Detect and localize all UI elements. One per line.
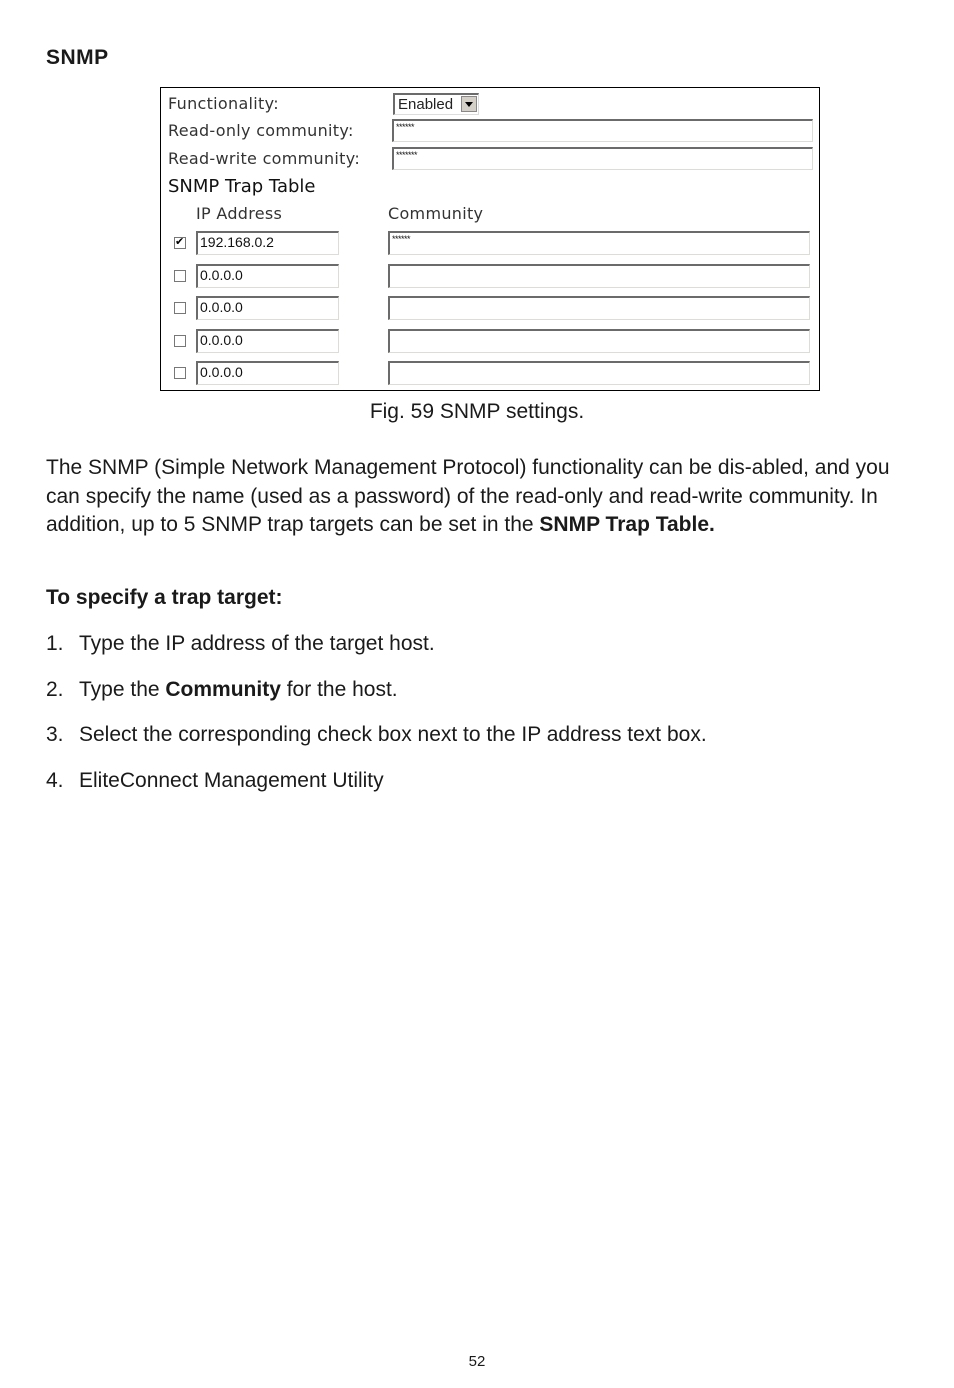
read-write-community-input[interactable]: ******* (392, 147, 813, 170)
trap-enable-checkbox[interactable] (174, 367, 186, 379)
trap-enable-checkbox[interactable] (174, 269, 186, 282)
step-text: EliteConnect Management Utility (79, 769, 384, 793)
trap-community-input[interactable] (388, 328, 810, 353)
trap-enable-checkbox[interactable] (174, 235, 186, 249)
step-number: 4. (46, 769, 64, 793)
body-paragraph: The SNMP (Simple Network Management Prot… (46, 454, 916, 540)
ip-address-header: IP Address (196, 204, 283, 223)
trap-ip-input[interactable]: 0.0.0.0 (196, 361, 339, 385)
procedure-title: To specify a trap target: (46, 586, 283, 609)
step-item: 3. Select the corresponding check box nex… (46, 723, 707, 747)
trap-community-input[interactable] (388, 361, 810, 385)
step-number: 3. (46, 723, 64, 747)
step-number: 1. (46, 632, 64, 655)
trap-ip-input[interactable]: 0.0.0.0 (196, 296, 339, 320)
step-item: 1. Type the IP address of the target host… (46, 632, 435, 656)
community-header: Community (388, 204, 484, 223)
trap-community-input[interactable] (388, 263, 810, 288)
paragraph-bold: SNMP Trap Table. (539, 513, 715, 537)
trap-ip-input[interactable]: 0.0.0.0 (196, 263, 339, 288)
step-item: 2. Type the Community for the host. (46, 678, 398, 702)
trap-enable-checkbox[interactable] (174, 334, 186, 347)
step-item: 4. EliteConnect Management Utility (46, 769, 384, 793)
snmp-settings-figure: Functionality: Enabled Read-only communi… (160, 87, 820, 391)
section-title: SNMP (46, 46, 109, 69)
page-number: 52 (468, 1353, 486, 1370)
trap-ip-input[interactable]: 0.0.0.0 (196, 328, 339, 353)
paragraph-text: The SNMP (Simple Network Management Prot… (46, 456, 890, 537)
trap-enable-checkbox[interactable] (174, 302, 186, 314)
trap-table-title: SNMP Trap Table (168, 176, 316, 197)
step-number: 2. (46, 677, 64, 701)
trap-community-input[interactable] (388, 296, 810, 320)
step-text-tail: for the host. (280, 677, 398, 701)
read-only-community-input[interactable]: ****** (392, 119, 813, 142)
step-bold-text: Community (165, 677, 281, 701)
read-write-label: Read-write community: (168, 149, 361, 168)
read-only-label: Read-only community: (168, 121, 354, 140)
step-text: Select the corresponding check box next … (79, 723, 707, 747)
dropdown-arrow-icon[interactable] (461, 96, 477, 112)
figure-caption: Fig. 59 SNMP settings. (369, 400, 585, 423)
trap-ip-input[interactable]: 192.168.0.2 (196, 231, 339, 255)
functionality-label: Functionality: (168, 94, 279, 113)
functionality-value: Enabled (398, 96, 454, 113)
step-text: Type the (79, 677, 166, 701)
functionality-select[interactable]: Enabled (393, 93, 479, 115)
step-text: Type the IP address of the target host. (79, 632, 435, 655)
trap-community-input[interactable]: ****** (388, 231, 810, 255)
